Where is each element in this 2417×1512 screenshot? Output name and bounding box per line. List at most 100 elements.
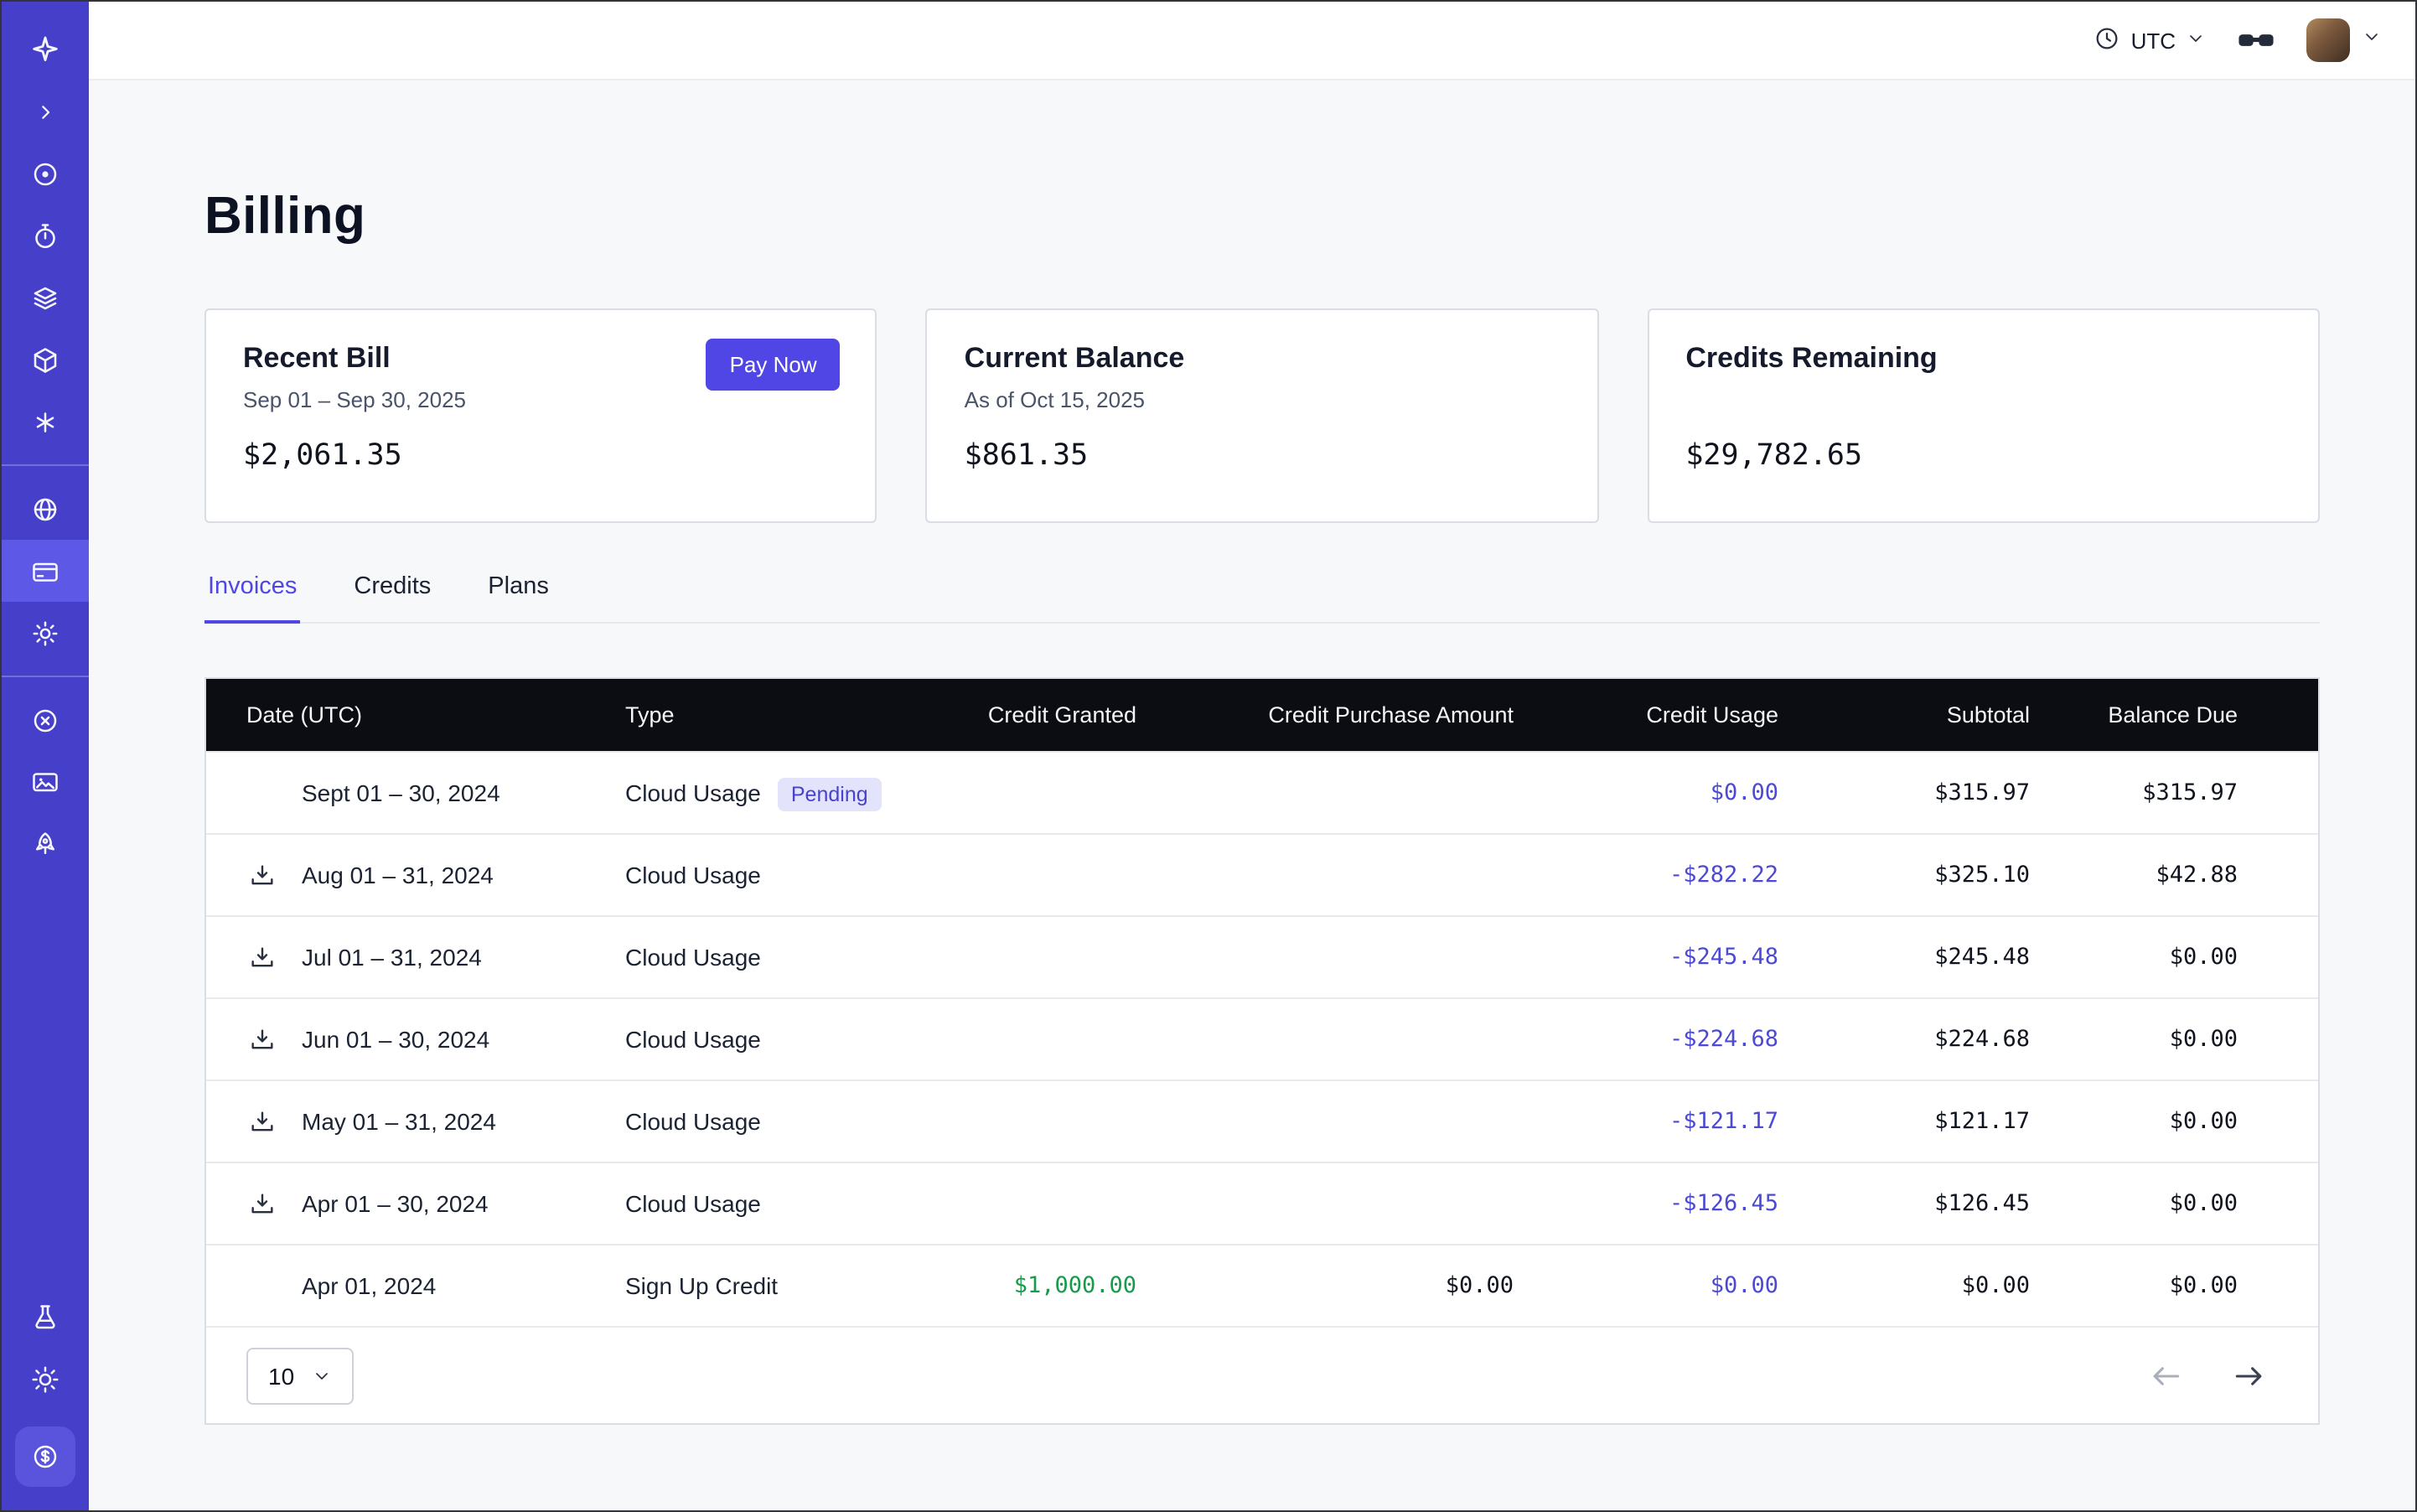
invoice-date: Jul 01 – 31, 2024: [302, 944, 482, 971]
card-title: Credits Remaining: [1685, 342, 2281, 375]
credit-granted: $1,000.00: [952, 1272, 1170, 1299]
page-size-value: 10: [268, 1362, 294, 1389]
invoice-date: Aug 01 – 31, 2024: [302, 862, 494, 888]
subtotal: $325.10: [1812, 862, 2063, 888]
pagination: [2147, 1357, 2268, 1394]
current-balance-card: Current Balance As of Oct 15, 2025 $861.…: [926, 308, 1599, 523]
col-balance-due: Balance Due: [2063, 702, 2318, 728]
tab-plans[interactable]: Plans: [484, 573, 552, 622]
card-amount: $29,782.65: [1685, 439, 2281, 473]
balance-due: $0.00: [2063, 1026, 2318, 1053]
topbar: UTC: [89, 2, 2415, 80]
download-invoice-icon[interactable]: [246, 860, 277, 890]
goggles-icon[interactable]: [2236, 25, 2276, 55]
previous-page-button[interactable]: [2147, 1357, 2184, 1394]
avatar[interactable]: [2306, 18, 2350, 62]
radar-icon[interactable]: [2, 142, 89, 205]
billing-card-icon[interactable]: [2, 540, 89, 602]
download-spacer: [246, 1271, 277, 1301]
pay-now-button[interactable]: Pay Now: [706, 339, 841, 391]
card-subtitle: [1685, 387, 2281, 414]
card-amount: $861.35: [965, 439, 1560, 473]
subtotal: $245.48: [1812, 944, 2063, 971]
timer-icon[interactable]: [2, 205, 89, 267]
next-page-button[interactable]: [2231, 1357, 2268, 1394]
credit-usage: $0.00: [1547, 1272, 1812, 1299]
col-subtotal: Subtotal: [1812, 702, 2063, 728]
page-title: Billing: [204, 184, 2320, 248]
timezone-selector[interactable]: UTC: [2094, 24, 2206, 56]
logo-icon[interactable]: [2, 18, 89, 80]
download-invoice-icon[interactable]: [246, 1024, 277, 1054]
download-invoice-icon[interactable]: [246, 1106, 277, 1137]
main-content: Billing Recent Bill Sep 01 – Sep 30, 202…: [89, 80, 2415, 1510]
table-row: Apr 01 – 30, 2024 Cloud Usage -$126.45 $…: [206, 1162, 2318, 1244]
card-subtitle: As of Oct 15, 2025: [965, 387, 1560, 414]
page-size-select[interactable]: 10: [246, 1347, 353, 1404]
invoice-date: Jun 01 – 30, 2024: [302, 1026, 489, 1053]
invoice-date: Apr 01, 2024: [302, 1272, 436, 1299]
credit-usage: -$282.22: [1547, 862, 1812, 888]
table-row: May 01 – 31, 2024 Cloud Usage -$121.17 $…: [206, 1080, 2318, 1162]
sun-icon[interactable]: [2, 1348, 89, 1410]
image-monitor-icon[interactable]: [2, 751, 89, 813]
timezone-label: UTC: [2131, 28, 2176, 53]
tab-credits[interactable]: Credits: [350, 573, 434, 622]
invoice-type: Cloud Usage: [625, 862, 761, 888]
download-invoice-icon[interactable]: [246, 942, 277, 972]
balance-due: $0.00: [2063, 1272, 2318, 1299]
globe-icon[interactable]: [2, 478, 89, 540]
col-credit-purchase: Credit Purchase Amount: [1170, 702, 1547, 728]
subtotal: $0.00: [1812, 1272, 2063, 1299]
table-footer: 10: [206, 1326, 2318, 1423]
layers-icon[interactable]: [2, 267, 89, 329]
tab-invoices[interactable]: Invoices: [204, 573, 300, 622]
credit-usage: -$126.45: [1547, 1190, 1812, 1217]
table-row: Jun 01 – 30, 2024 Cloud Usage -$224.68 $…: [206, 997, 2318, 1080]
content-column: UTC Billing: [89, 2, 2415, 1510]
credit-usage: $0.00: [1547, 779, 1812, 806]
credit-purchase: $0.00: [1170, 1272, 1547, 1299]
billing-tabs: Invoices Credits Plans: [204, 573, 2320, 624]
circle-x-icon[interactable]: [2, 689, 89, 751]
chevron-down-icon: [2186, 28, 2206, 53]
rocket-icon[interactable]: [2, 813, 89, 875]
sidebar: [2, 2, 89, 1510]
table-row: Jul 01 – 31, 2024 Cloud Usage -$245.48 $…: [206, 915, 2318, 997]
credit-usage: -$224.68: [1547, 1026, 1812, 1053]
asterisk-icon[interactable]: [2, 391, 89, 453]
subtotal: $315.97: [1812, 779, 2063, 806]
dollar-circle-icon[interactable]: [15, 1427, 75, 1487]
col-date: Date (UTC): [206, 702, 625, 728]
balance-due: $0.00: [2063, 1190, 2318, 1217]
balance-due: $315.97: [2063, 779, 2318, 806]
sidebar-collapse-button[interactable]: [2, 80, 89, 142]
user-menu[interactable]: [2306, 18, 2382, 62]
balance-due: $0.00: [2063, 1108, 2318, 1135]
app-window: UTC Billing: [0, 0, 2417, 1512]
summary-cards: Recent Bill Sep 01 – Sep 30, 2025 $2,061…: [204, 308, 2320, 523]
download-invoice-icon[interactable]: [246, 1188, 277, 1219]
invoice-type: Cloud Usage: [625, 1190, 761, 1217]
table-header: Date (UTC) Type Credit Granted Credit Pu…: [206, 679, 2318, 751]
balance-due: $0.00: [2063, 944, 2318, 971]
subtotal: $121.17: [1812, 1108, 2063, 1135]
invoice-type: Sign Up Credit: [625, 1272, 778, 1299]
chevron-down-icon: [2362, 25, 2382, 55]
credit-usage: -$245.48: [1547, 944, 1812, 971]
settings-gear-icon[interactable]: [2, 602, 89, 664]
subtotal: $224.68: [1812, 1026, 2063, 1053]
invoices-table: Date (UTC) Type Credit Granted Credit Pu…: [204, 677, 2320, 1425]
status-badge: Pending: [778, 778, 882, 811]
clock-icon: [2094, 24, 2121, 56]
invoice-type: Cloud Usage: [625, 1026, 761, 1053]
flask-icon[interactable]: [2, 1286, 89, 1348]
recent-bill-card: Recent Bill Sep 01 – Sep 30, 2025 $2,061…: [204, 308, 877, 523]
invoice-date: May 01 – 31, 2024: [302, 1108, 496, 1135]
cube-icon[interactable]: [2, 329, 89, 391]
table-row: Aug 01 – 31, 2024 Cloud Usage -$282.22 $…: [206, 833, 2318, 915]
table-row: Apr 01, 2024 Sign Up Credit $1,000.00 $0…: [206, 1244, 2318, 1326]
table-row: Sept 01 – 30, 2024 Cloud UsagePending $0…: [206, 751, 2318, 833]
col-type: Type: [625, 702, 952, 728]
credit-usage: -$121.17: [1547, 1108, 1812, 1135]
